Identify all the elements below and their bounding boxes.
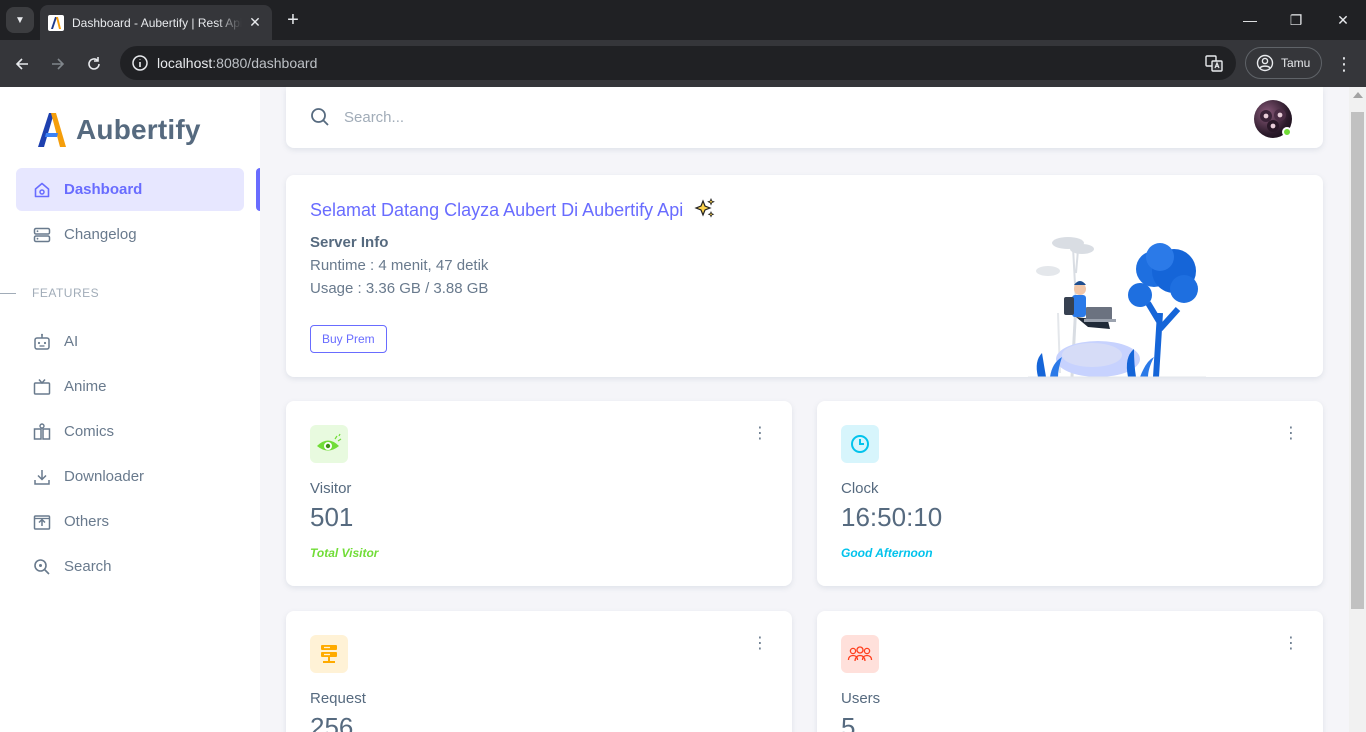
tab-favicon-icon <box>48 14 64 31</box>
buy-prem-button[interactable]: Buy Prem <box>310 325 387 353</box>
stat-card-visitor: ⋮ Visitor 501 Total Visitor <box>286 401 792 586</box>
stat-subtext: Total Visitor <box>310 546 379 560</box>
users-icon <box>841 635 879 673</box>
sidebar-item-label: AI <box>64 333 79 350</box>
browser-tab[interactable]: Dashboard - Aubertify | Rest Api ✕ <box>40 5 272 40</box>
address-bar[interactable]: localhost:8080/dashboard <box>120 46 1236 80</box>
developer-illustration <box>1028 237 1206 377</box>
runtime-text: Runtime : 4 menit, 47 detik <box>310 257 489 274</box>
reload-button[interactable] <box>80 50 108 78</box>
book-icon <box>32 422 52 442</box>
eye-icon <box>310 425 348 463</box>
section-title-features: FEATURES <box>32 286 100 300</box>
stat-card-clock: ⋮ Clock 16:50:10 Good Afternoon <box>817 401 1323 586</box>
tab-title: Dashboard - Aubertify | Rest Api <box>72 15 242 30</box>
download-icon <box>32 467 52 487</box>
arrow-left-icon <box>15 58 28 70</box>
stat-card-request: ⋮ Request 256 <box>286 611 792 732</box>
new-tab-button[interactable]: + <box>281 8 305 32</box>
url-path: :8080/dashboard <box>212 55 318 71</box>
sidebar-item-comics[interactable]: Comics <box>16 410 244 453</box>
site-info-icon[interactable] <box>128 51 152 75</box>
close-window-button[interactable]: ✕ <box>1320 0 1366 40</box>
usage-text: Usage : 3.36 GB / 3.88 GB <box>310 280 489 297</box>
account-circle-icon <box>1256 54 1274 72</box>
sidebar-item-changelog[interactable]: Changelog <box>16 213 244 256</box>
more-options-icon[interactable]: ⋮ <box>1283 636 1299 652</box>
more-options-icon[interactable]: ⋮ <box>752 426 768 442</box>
profile-label: Tamu <box>1281 56 1311 70</box>
sidebar-item-label: Comics <box>64 423 115 440</box>
sidebar-item-label: Downloader <box>64 468 145 485</box>
stat-label: Request <box>310 690 366 707</box>
server-info-label: Server Info <box>310 234 389 251</box>
server-stack-icon <box>310 635 348 673</box>
welcome-card: Selamat Datang Clayza Aubert Di Aubertif… <box>286 175 1323 377</box>
sidebar-item-ai[interactable]: AI <box>16 320 244 363</box>
minimize-button[interactable]: — <box>1227 0 1273 40</box>
sidebar-item-search[interactable]: Search <box>16 545 244 588</box>
aubertify-logo-icon <box>38 113 66 147</box>
search-icon <box>32 557 52 577</box>
translate-icon[interactable] <box>1204 53 1224 73</box>
tab-search-menu-button[interactable]: ▼ <box>6 7 34 33</box>
back-button[interactable] <box>8 50 36 78</box>
search-icon <box>310 107 330 132</box>
sidebar-item-label: Others <box>64 513 110 530</box>
welcome-title-text: Selamat Datang Clayza Aubert Di Aubertif… <box>310 200 684 220</box>
sidebar: Aubertify Dashboard Changelog FEATURES A… <box>0 87 260 732</box>
url-text[interactable]: localhost:8080/dashboard <box>157 55 317 71</box>
stat-value: 501 <box>310 502 354 532</box>
brand-name: Aubertify <box>76 114 201 145</box>
robot-icon <box>32 332 52 352</box>
url-host: localhost <box>157 55 213 71</box>
sidebar-item-label: Search <box>64 558 112 575</box>
online-status-dot <box>1282 127 1292 137</box>
more-options-icon[interactable]: ⋮ <box>752 636 768 652</box>
forward-button[interactable] <box>44 50 72 78</box>
navbar <box>286 87 1323 148</box>
stat-label: Users <box>841 690 881 707</box>
reload-icon <box>88 57 100 70</box>
server-icon <box>32 225 52 245</box>
tab-close-icon[interactable]: ✕ <box>246 14 264 31</box>
more-options-icon[interactable]: ⋮ <box>1283 426 1299 442</box>
stat-label: Visitor <box>310 480 352 497</box>
sidebar-item-anime[interactable]: Anime <box>16 365 244 408</box>
home-icon <box>32 180 52 200</box>
stat-subtext: Good Afternoon <box>841 546 933 560</box>
scrollbar-thumb[interactable] <box>1351 112 1364 609</box>
sidebar-item-label: Anime <box>64 378 107 395</box>
stat-label: Clock <box>841 480 879 497</box>
restore-button[interactable]: ❐ <box>1273 0 1319 40</box>
sidebar-item-label: Changelog <box>64 226 137 243</box>
sidebar-item-others[interactable]: Others <box>16 500 244 543</box>
search-input[interactable] <box>344 104 944 130</box>
browser-toolbar: localhost:8080/dashboard Tamu ⋮ <box>0 40 1366 87</box>
stat-card-users: ⋮ Users 5 <box>817 611 1323 732</box>
profile-button[interactable]: Tamu <box>1245 47 1322 79</box>
stat-value: 5 <box>841 712 856 732</box>
active-indicator <box>256 168 260 211</box>
browser-tabbar: ▼ Dashboard - Aubertify | Rest Api ✕ + —… <box>0 0 1366 40</box>
arrow-right-icon <box>52 58 65 70</box>
stat-value: 16:50:10 <box>841 502 943 532</box>
sidebar-item-downloader[interactable]: Downloader <box>16 455 244 498</box>
section-divider <box>0 293 16 294</box>
brand[interactable]: Aubertify <box>36 111 201 149</box>
scroll-up-arrow-icon[interactable] <box>1353 92 1363 98</box>
sidebar-item-dashboard[interactable]: Dashboard <box>16 168 244 211</box>
welcome-title: Selamat Datang Clayza Aubert Di Aubertif… <box>310 198 716 221</box>
upload-box-icon <box>32 512 52 532</box>
stat-value: 256 <box>310 712 354 732</box>
tv-icon <box>32 377 52 397</box>
clock-icon <box>841 425 879 463</box>
browser-menu-icon[interactable]: ⋮ <box>1334 53 1354 75</box>
sparkles-icon <box>694 198 716 218</box>
sidebar-item-label: Dashboard <box>64 181 143 198</box>
